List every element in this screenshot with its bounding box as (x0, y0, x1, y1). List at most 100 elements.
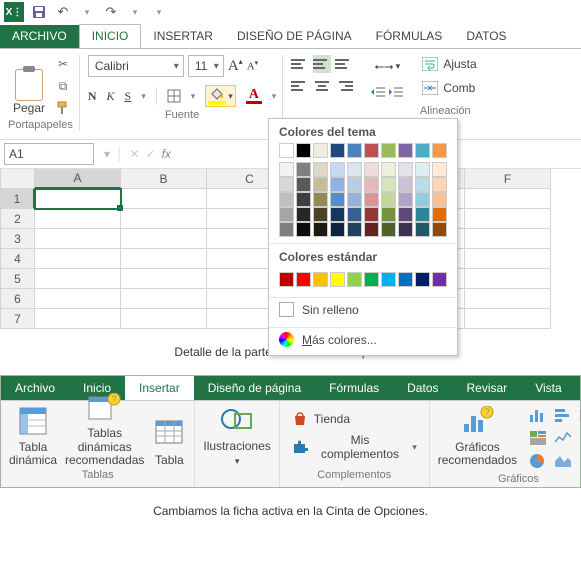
pie-chart-icon[interactable] (527, 451, 549, 471)
color-swatch[interactable] (313, 143, 328, 158)
color-swatch[interactable] (296, 192, 311, 207)
row-header[interactable]: 2 (1, 209, 35, 229)
tab-archivo[interactable]: ARCHIVO (0, 25, 79, 48)
color-swatch[interactable] (313, 162, 328, 177)
cell[interactable] (121, 209, 207, 229)
cell[interactable] (35, 209, 121, 229)
italic-button[interactable]: K (107, 85, 115, 107)
font-color-dropdown-icon[interactable]: ▾ (272, 85, 277, 107)
cell[interactable] (121, 229, 207, 249)
tab2-formulas[interactable]: Fórmulas (315, 376, 393, 400)
color-swatch[interactable] (347, 192, 362, 207)
align-middle-icon[interactable] (313, 55, 331, 73)
font-size-select[interactable]: 11 (188, 55, 224, 77)
color-swatch[interactable] (279, 272, 294, 287)
cut-icon[interactable]: ✂ (54, 55, 72, 73)
color-swatch[interactable] (381, 272, 396, 287)
tab-insertar[interactable]: INSERTAR (141, 25, 225, 48)
color-swatch[interactable] (279, 162, 294, 177)
color-swatch[interactable] (398, 177, 413, 192)
color-swatch[interactable] (330, 272, 345, 287)
color-swatch[interactable] (432, 192, 447, 207)
color-swatch[interactable] (398, 272, 413, 287)
more-colors-item[interactable]: Más colores... (269, 328, 457, 351)
color-swatch[interactable] (347, 177, 362, 192)
row-header[interactable]: 3 (1, 229, 35, 249)
color-swatch[interactable] (330, 222, 345, 237)
cell[interactable] (465, 249, 551, 269)
color-swatch[interactable] (381, 162, 396, 177)
color-swatch[interactable] (364, 143, 379, 158)
color-swatch[interactable] (432, 272, 447, 287)
cell[interactable] (35, 269, 121, 289)
wrap-text-button[interactable]: Ajusta (421, 55, 476, 73)
align-left-icon[interactable] (291, 77, 309, 95)
color-swatch[interactable] (415, 162, 430, 177)
color-swatch[interactable] (279, 177, 294, 192)
cell[interactable] (121, 309, 207, 329)
color-swatch[interactable] (313, 207, 328, 222)
color-swatch[interactable] (381, 192, 396, 207)
my-addins-button[interactable]: Mis complementos ▾ (292, 433, 417, 461)
color-swatch[interactable] (364, 272, 379, 287)
color-swatch[interactable] (279, 222, 294, 237)
color-swatch[interactable] (381, 222, 396, 237)
color-swatch[interactable] (398, 162, 413, 177)
line-chart-icon[interactable] (552, 428, 574, 448)
color-swatch[interactable] (330, 207, 345, 222)
color-swatch[interactable] (398, 222, 413, 237)
area-chart-icon[interactable] (552, 451, 574, 471)
color-swatch[interactable] (347, 272, 362, 287)
format-painter-icon[interactable] (54, 99, 72, 117)
row-header[interactable]: 6 (1, 289, 35, 309)
tab2-diseno[interactable]: Diseño de página (194, 376, 315, 400)
cell[interactable] (121, 249, 207, 269)
redo-dropdown-icon[interactable]: ▾ (126, 3, 144, 21)
color-swatch[interactable] (330, 162, 345, 177)
borders-dropdown-icon[interactable]: ▾ (191, 85, 196, 107)
bold-button[interactable]: N (88, 85, 97, 107)
color-swatch[interactable] (347, 143, 362, 158)
merge-center-button[interactable]: Comb (421, 79, 476, 97)
align-bottom-icon[interactable] (335, 55, 353, 73)
stock-chart-icon[interactable] (577, 405, 581, 425)
color-swatch[interactable] (279, 207, 294, 222)
illustrations-button[interactable]: Ilustraciones▾ (203, 405, 270, 467)
color-swatch[interactable] (313, 177, 328, 192)
tab-inicio[interactable]: INICIO (79, 24, 142, 48)
fill-color-dropdown-icon[interactable]: ▾ (228, 91, 233, 102)
color-swatch[interactable] (347, 207, 362, 222)
align-right-icon[interactable] (335, 77, 353, 95)
recommended-charts-button[interactable]: ? Gráficos recomendados (438, 405, 517, 467)
cell[interactable] (121, 189, 207, 209)
tab2-datos[interactable]: Datos (393, 376, 452, 400)
addins-dropdown-icon[interactable]: ▾ (412, 442, 417, 453)
cancel-formula-icon[interactable]: ✕ (130, 147, 140, 161)
color-swatch[interactable] (381, 177, 396, 192)
color-swatch[interactable] (364, 207, 379, 222)
tab2-insertar[interactable]: Insertar (125, 376, 194, 400)
font-family-select[interactable]: Calibri (88, 55, 184, 77)
cell[interactable] (465, 229, 551, 249)
color-swatch[interactable] (415, 192, 430, 207)
color-swatch[interactable] (313, 222, 328, 237)
decrease-font-icon[interactable]: A▾ (247, 55, 258, 77)
cell[interactable] (35, 309, 121, 329)
color-swatch[interactable] (313, 192, 328, 207)
color-swatch[interactable] (381, 143, 396, 158)
bar-chart-icon[interactable] (552, 405, 574, 425)
cell[interactable] (465, 309, 551, 329)
no-fill-item[interactable]: Sin relleno (269, 298, 457, 321)
orientation-icon[interactable]: ⭠⭢▾ (371, 55, 403, 77)
table-button[interactable]: Tabla (152, 405, 186, 467)
cell[interactable] (465, 189, 551, 209)
color-swatch[interactable] (415, 143, 430, 158)
cell[interactable] (35, 189, 121, 209)
row-header[interactable]: 7 (1, 309, 35, 329)
tab2-archivo[interactable]: Archivo (1, 376, 69, 400)
tab2-vista[interactable]: Vista (521, 376, 575, 400)
row-header[interactable]: 5 (1, 269, 35, 289)
color-swatch[interactable] (347, 222, 362, 237)
column-header[interactable]: B (121, 169, 207, 189)
underline-button[interactable]: S (125, 85, 132, 107)
